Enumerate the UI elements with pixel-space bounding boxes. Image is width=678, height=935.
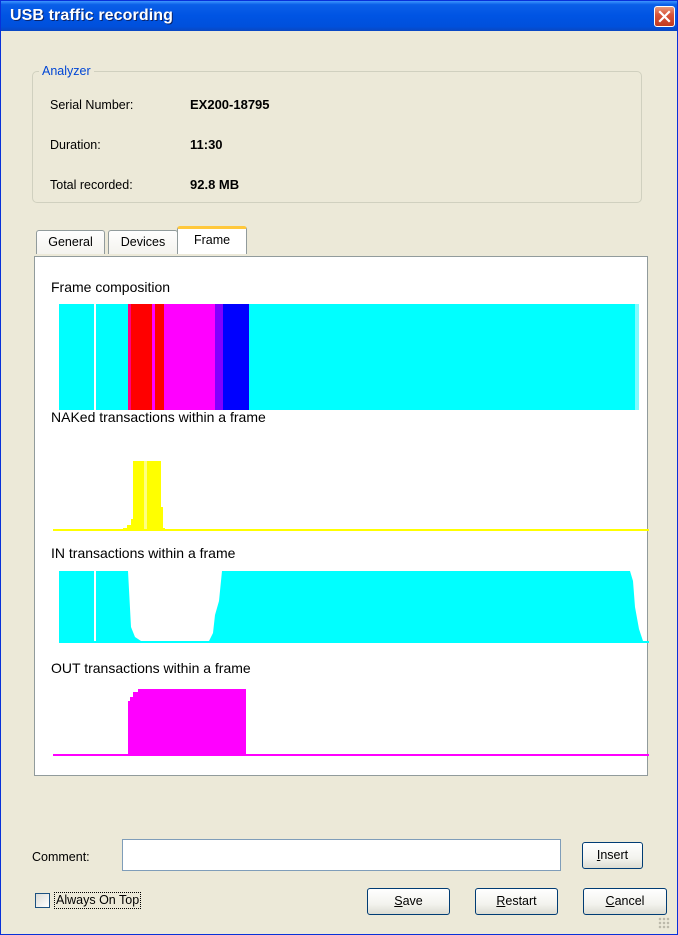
- composition-segment-blue: [223, 304, 249, 410]
- comment-input[interactable]: [122, 839, 561, 871]
- save-mnemonic: S: [394, 894, 403, 908]
- usb-recording-dialog: USB traffic recording Analyzer Serial Nu…: [0, 0, 678, 935]
- composition-segment-cyan-1: [59, 304, 94, 410]
- frame-panel: Frame composition NAKed transactions wit…: [34, 256, 649, 776]
- close-icon: [658, 10, 671, 23]
- out-transactions-graph: [53, 689, 649, 756]
- in-transactions-graph: [59, 571, 649, 643]
- frame-composition-title: Frame composition: [51, 279, 171, 295]
- composition-segment-red-1: [131, 304, 152, 410]
- composition-segment-fade: [635, 304, 639, 410]
- in-transactions-title: IN transactions within a frame: [51, 545, 236, 561]
- composition-segment-purple: [215, 304, 223, 410]
- insert-button[interactable]: Insert: [582, 842, 643, 869]
- composition-segment-magenta: [164, 304, 215, 410]
- tab-general[interactable]: General: [36, 230, 105, 254]
- close-button[interactable]: [654, 6, 675, 27]
- restart-label: estart: [505, 894, 537, 908]
- client-area: Analyzer Serial Number: EX200-18795 Dura…: [4, 31, 674, 933]
- duration-label: Duration:: [50, 138, 101, 152]
- composition-segment-magenta-thin: [152, 304, 155, 410]
- tab-devices[interactable]: Devices: [108, 230, 178, 254]
- tab-frame[interactable]: Frame: [177, 226, 247, 254]
- composition-segment-cyan-2: [96, 304, 128, 410]
- cancel-mnemonic: C: [605, 894, 615, 908]
- in-area-1: [59, 571, 94, 641]
- composition-segment-pink: [128, 304, 131, 410]
- out-area: [128, 689, 246, 755]
- composition-segment-cyan-3: [249, 304, 635, 410]
- duration-value: 11:30: [190, 137, 223, 152]
- serial-number-label: Serial Number:: [50, 98, 134, 112]
- in-area-main: [209, 571, 643, 641]
- save-button[interactable]: Save: [367, 888, 450, 915]
- restart-button[interactable]: Restart: [475, 888, 558, 915]
- composition-segment-red-2: [155, 304, 164, 410]
- serial-number-value: EX200-18795: [190, 97, 270, 112]
- cancel-button[interactable]: Cancel: [583, 888, 667, 915]
- frame-composition-bar: [59, 304, 639, 410]
- title-bar[interactable]: USB traffic recording: [1, 1, 677, 31]
- save-label: ave: [402, 894, 423, 908]
- total-recorded-value: 92.8 MB: [190, 177, 240, 192]
- comment-label: Comment:: [32, 850, 90, 864]
- resize-grip[interactable]: [658, 917, 670, 929]
- window-title: USB traffic recording: [10, 7, 174, 24]
- cancel-label: ancel: [614, 894, 645, 908]
- in-area-2: [96, 571, 128, 641]
- always-on-top-checkbox[interactable]: [35, 893, 50, 908]
- analyzer-legend: Analyzer: [42, 64, 91, 78]
- total-recorded-label: Total recorded:: [50, 178, 133, 192]
- in-area-drop: [128, 571, 141, 641]
- always-on-top-label[interactable]: Always On Top: [54, 892, 142, 909]
- insert-label: nsert: [600, 848, 629, 862]
- naked-transactions-title: NAKed transactions within a frame: [51, 409, 266, 425]
- out-transactions-title: OUT transactions within a frame: [51, 660, 251, 676]
- naked-transactions-graph: [53, 461, 649, 531]
- analyzer-group: Analyzer Serial Number: EX200-18795 Dura…: [32, 64, 642, 203]
- naked-gap: [144, 461, 147, 529]
